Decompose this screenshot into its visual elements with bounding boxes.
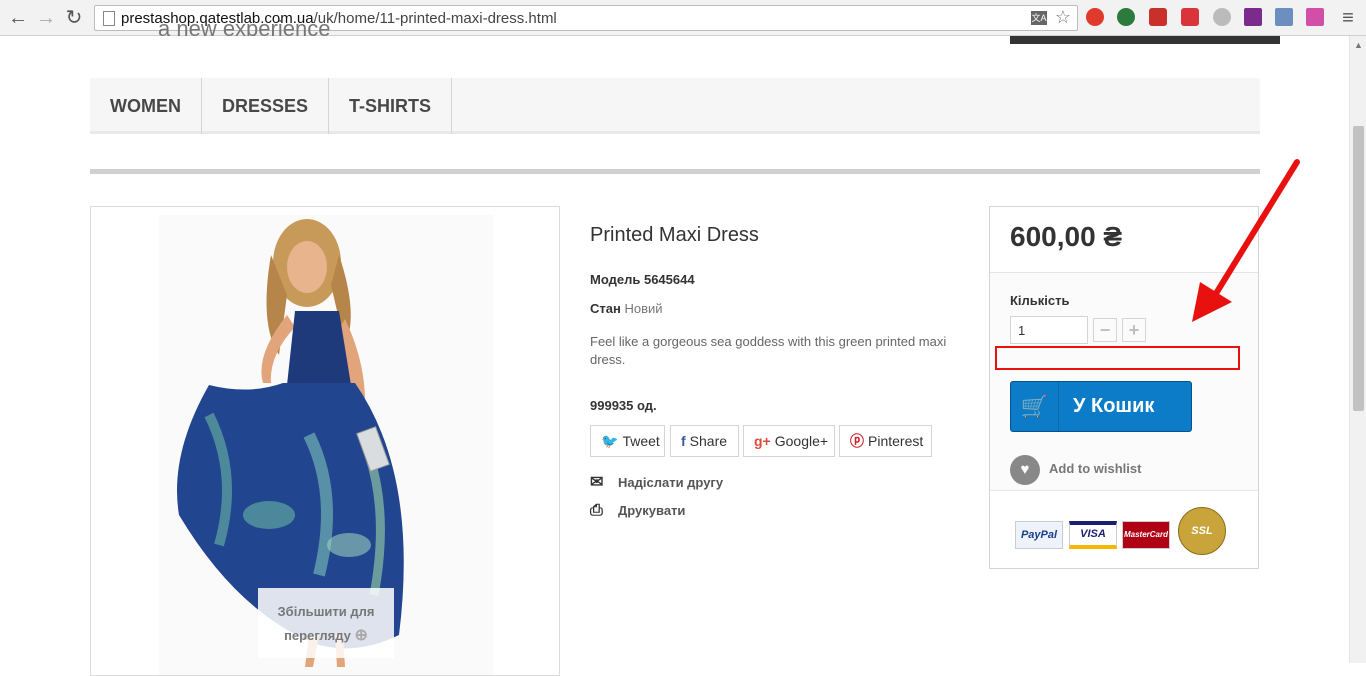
annotation-arrow-icon: [1192, 159, 1300, 322]
